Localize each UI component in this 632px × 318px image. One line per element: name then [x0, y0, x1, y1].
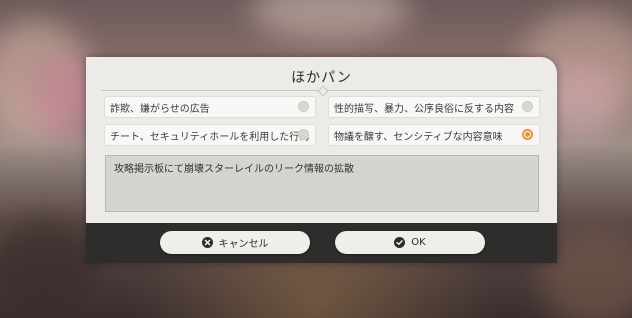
option-label: 詐欺、嫌がらせの広告: [110, 104, 210, 115]
radio-button-selected[interactable]: [522, 129, 533, 140]
check-circle-icon: [394, 237, 406, 248]
cancel-button[interactable]: キャンセル: [160, 231, 310, 254]
option-label: チート、セキュリティホールを利用した行為: [110, 132, 310, 143]
report-option[interactable]: チート、セキュリティホールを利用した行為: [105, 125, 315, 145]
report-option-selected[interactable]: 物議を醸す、センシティブな内容意味: [329, 125, 539, 145]
radio-button[interactable]: [298, 101, 309, 112]
title-divider: [101, 90, 319, 91]
radio-button[interactable]: [522, 101, 533, 112]
report-option[interactable]: 性的描写、暴力、公序良俗に反する内容: [329, 97, 539, 117]
cancel-button-label: キャンセル: [218, 239, 269, 250]
title-divider: [326, 90, 542, 91]
x-circle-icon: [201, 237, 213, 248]
report-dialog: ほかパン 詐欺、嫌がらせの広告 性的描写、暴力、公序良俗に反する内容 チート、セ…: [86, 57, 557, 263]
game-scene-background: ほかパン 詐欺、嫌がらせの広告 性的描写、暴力、公序良俗に反する内容 チート、セ…: [0, 0, 632, 318]
comment-field[interactable]: 攻略掲示板にて崩壊スターレイルのリーク情報の拡散: [105, 155, 539, 212]
dialog-body: ほかパン 詐欺、嫌がらせの広告 性的描写、暴力、公序良俗に反する内容 チート、セ…: [86, 57, 557, 223]
option-label: 性的描写、暴力、公序良俗に反する内容: [334, 104, 514, 115]
background-blur: [0, 220, 100, 318]
radio-button[interactable]: [298, 129, 309, 140]
dialog-title: ほかパン: [291, 70, 352, 86]
ok-button-label: OK: [411, 237, 426, 248]
dialog-footer: キャンセル OK: [86, 223, 557, 263]
ok-button[interactable]: OK: [335, 231, 485, 254]
title-divider-ornament: [317, 85, 329, 97]
option-label: 物議を醸す、センシティブな内容意味: [334, 132, 503, 143]
report-option[interactable]: 詐欺、嫌がらせの広告: [105, 97, 315, 117]
background-blur: [250, 0, 410, 40]
